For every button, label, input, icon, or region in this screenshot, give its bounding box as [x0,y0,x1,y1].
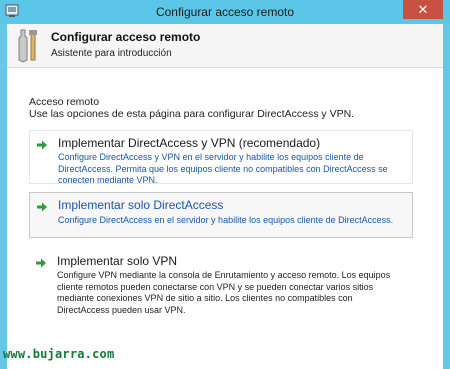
title-bar[interactable]: Configurar acceso remoto ✕ [0,0,450,24]
option-title: Implementar DirectAccess y VPN (recomend… [58,136,321,150]
option-vpn-only[interactable]: Implementar solo VPN Configure VPN media… [29,250,413,324]
wrench-icon [18,29,37,63]
close-button[interactable]: ✕ [403,0,443,19]
option-description: Configure VPN mediante la consola de Enr… [57,270,391,315]
section-description: Use las opciones de esta página para con… [29,108,355,120]
option-title: Implementar solo DirectAccess [58,198,224,212]
option-directaccess-vpn[interactable]: Implementar DirectAccess y VPN (recomend… [29,130,413,185]
option-directaccess-only[interactable]: Implementar solo DirectAccess Configure … [29,192,413,238]
page-subtitle: Asistente para introducción [51,48,172,59]
arrow-right-icon [37,202,47,212]
arrow-right-icon [36,258,46,268]
arrow-right-icon [37,140,47,150]
option-description: Configure DirectAccess y VPN en el servi… [58,152,388,185]
wizard-content: Configurar acceso remoto Asistente para … [7,24,443,369]
option-description: Configure DirectAccess en el servidor y … [58,215,394,225]
window: Configurar acceso remoto ✕ Configurar ac… [0,0,450,369]
window-title: Configurar acceso remoto [155,5,295,19]
section-label: Acceso remoto [29,96,100,108]
option-title: Implementar solo VPN [57,254,178,268]
wizard-header: Configurar acceso remoto Asistente para … [7,24,443,68]
watermark: www.bujarra.com [3,347,115,361]
page-title: Configurar acceso remoto [51,30,201,44]
